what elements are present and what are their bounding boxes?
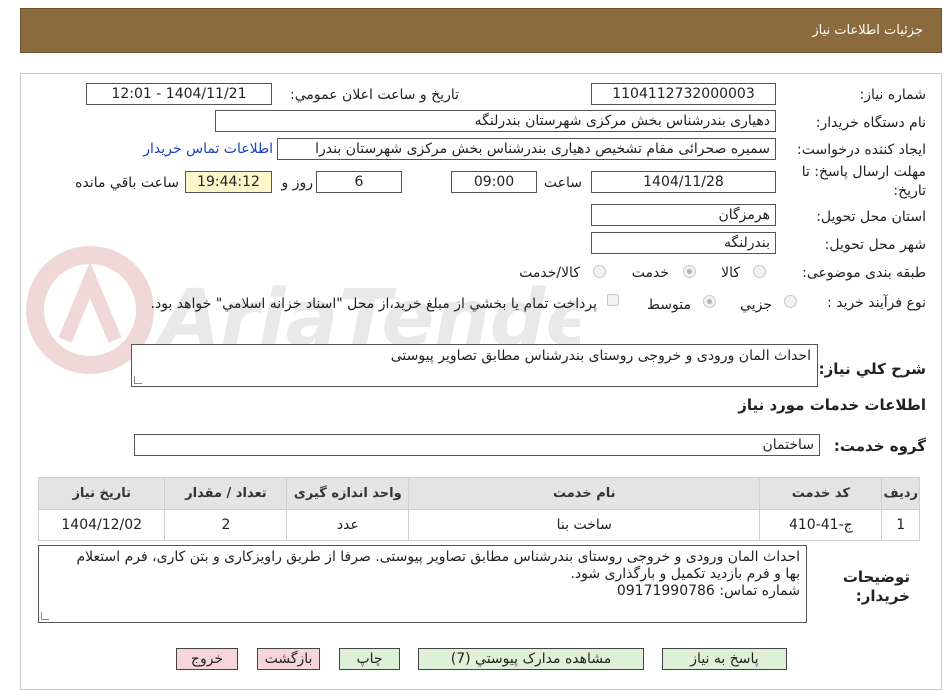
announce-datetime-field[interactable]: 1404/11/21 - 12:01 (86, 83, 272, 105)
deadline-date-field[interactable]: 1404/11/28 (591, 171, 776, 193)
cell-need-date: 1404/12/02 (37, 509, 166, 541)
purchase-radio-medium[interactable] (703, 295, 716, 308)
buyer-notes-line-1: احداث المان ورودی و خروجی روستای بندرشنا… (76, 549, 801, 565)
cell-unit: عدد (286, 509, 410, 541)
col-header-unit: واحد اندازه گيری (286, 477, 410, 510)
back-button[interactable]: بازگشت (257, 648, 320, 670)
time-label: ساعت (543, 175, 582, 191)
service-group-label: گروه خدمت: (833, 437, 926, 455)
city-field[interactable]: بندرلنگه (591, 232, 776, 254)
category-option-goods: کالا (721, 265, 740, 281)
deadline-time-field[interactable]: 09:00 (451, 171, 537, 193)
category-option-goods-service: کالا/خدمت (519, 265, 580, 281)
announce-datetime-label: تاریخ و ساعت اعلان عمومي: (290, 87, 459, 103)
description-textarea[interactable]: احداث المان ورودی و خروجی روستای بندرشنا… (131, 344, 818, 387)
city-label: شهر محل تحويل: (824, 237, 926, 253)
buyer-org-field[interactable]: دهیاری بندرشناس بخش مرکزی شهرستان بندرلن… (215, 110, 776, 132)
days-label: روز و (281, 175, 314, 191)
col-header-service-name: نام خدمت (408, 477, 761, 510)
resize-handle-icon[interactable] (41, 612, 49, 620)
view-attachments-button[interactable]: مشاهده مدارک پيوستي (7) (418, 648, 644, 670)
remaining-time-field: 19:44:12 (185, 171, 272, 193)
requester-field[interactable]: سمیره صحرائی مقام تشخیص دهیاری بندرشناس … (277, 138, 776, 160)
col-header-quantity: تعداد / مقدار (164, 477, 288, 510)
payment-note: پرداخت تمام يا بخشي از مبلغ خريد،از محل … (150, 296, 597, 312)
buyer-notes-line-3: شماره تماس: 09171990786 (616, 583, 800, 599)
cell-quantity: 2 (164, 509, 288, 541)
deadline-label: مهلت ارسال پاسخ: تا تاريخ: (801, 164, 926, 199)
cell-service-name: ساخت بنا (408, 509, 761, 541)
description-label: شرح کلي نياز: (818, 360, 926, 378)
category-option-service: خدمت (631, 265, 669, 281)
need-number-field[interactable]: 1104112732000003 (591, 83, 776, 105)
buyer-org-label: نام دستگاه خريدار: (815, 115, 926, 131)
province-field[interactable]: هرمزگان (591, 204, 776, 226)
resize-handle-icon[interactable] (134, 376, 142, 384)
cell-row-number: 1 (881, 509, 920, 541)
province-label: استان محل تحويل: (816, 209, 926, 225)
days-field[interactable]: 6 (316, 171, 402, 193)
category-radio-goods-service[interactable] (593, 265, 606, 278)
requester-label: ايجاد کننده درخواست: (797, 142, 926, 158)
page-header: جزئیات اطلاعات نیاز (20, 8, 942, 53)
category-label: طبقه بندی موضوعی: (802, 265, 926, 281)
services-section-title: اطلاعات خدمات مورد نياز (738, 396, 926, 414)
category-radio-goods[interactable] (753, 265, 766, 278)
col-header-row-number: رديف (881, 477, 920, 510)
buyer-notes-label: توضيحات خريدار: (842, 568, 910, 605)
buyer-notes-line-2: بها و فرم بازدید تکمیل و بارگذاری شود. (570, 566, 800, 582)
treasury-payment-checkbox[interactable] (607, 294, 619, 306)
table-row[interactable]: 1 ج-41-410 ساخت بنا عدد 2 1404/12/02 (37, 509, 920, 541)
cell-service-code: ج-41-410 (759, 509, 883, 541)
buyer-contact-link[interactable]: اطلاعات تماس خريدار (143, 141, 273, 157)
purchase-option-medium: متوسط (647, 297, 691, 313)
services-table: رديف کد خدمت نام خدمت واحد اندازه گيری ت… (37, 477, 920, 541)
purchase-type-label: نوع فرآیند خرید : (827, 295, 926, 311)
print-button[interactable]: چاپ (339, 648, 400, 670)
exit-button[interactable]: خروج (176, 648, 238, 670)
col-header-need-date: تاريخ نياز (37, 477, 166, 510)
purchase-option-minor: جزيي (740, 297, 772, 313)
remaining-label: ساعت باقي مانده (75, 175, 179, 191)
buyer-notes-textarea[interactable]: احداث المان ورودی و خروجی روستای بندرشنا… (38, 545, 807, 623)
page-title: جزئیات اطلاعات نیاز (812, 23, 923, 38)
service-group-field[interactable]: ساختمان (134, 434, 820, 456)
col-header-service-code: کد خدمت (759, 477, 883, 510)
reply-button[interactable]: پاسخ به نياز (662, 648, 787, 670)
description-text: احداث المان ورودی و خروجی روستای بندرشنا… (390, 348, 811, 364)
category-radio-service[interactable] (683, 265, 696, 278)
need-number-label: شماره نیاز: (859, 87, 927, 103)
purchase-radio-minor[interactable] (784, 295, 797, 308)
table-header-row: رديف کد خدمت نام خدمت واحد اندازه گيری ت… (37, 477, 920, 510)
